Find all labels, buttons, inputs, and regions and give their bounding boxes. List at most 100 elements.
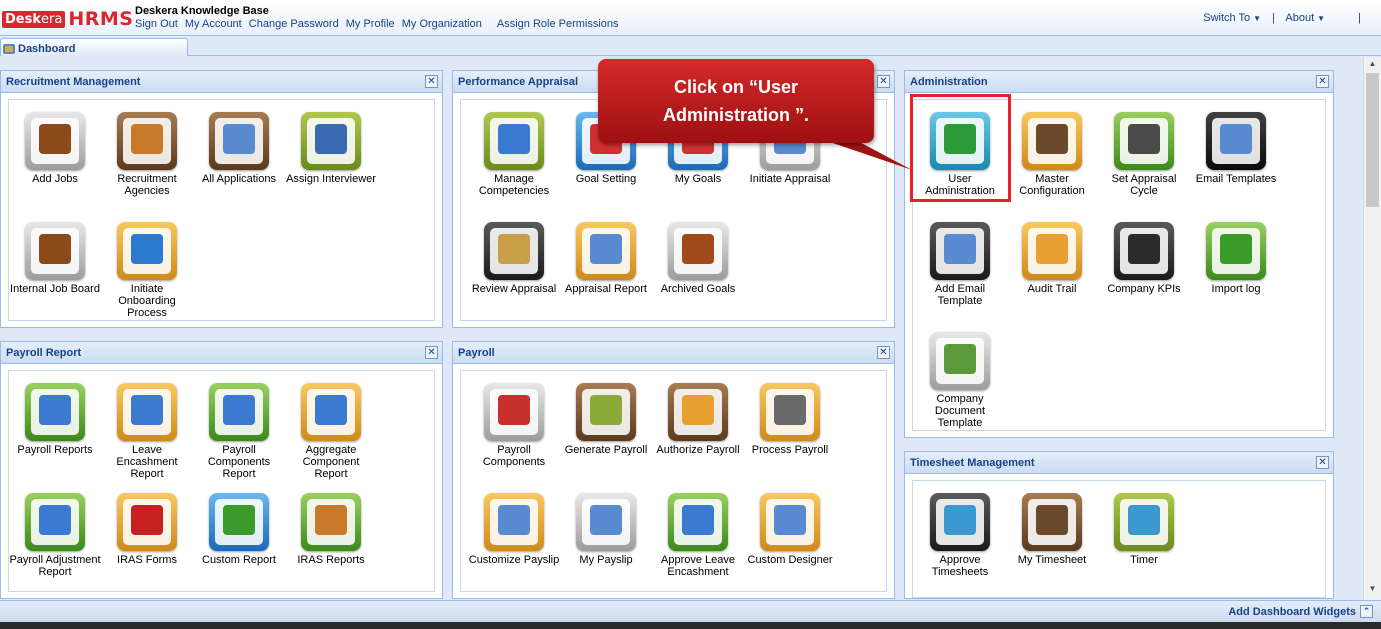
item-label: Set Appraisal Cycle bbox=[1111, 173, 1177, 197]
item-label: Timer bbox=[1130, 554, 1158, 566]
my-payslip-item[interactable]: My Payslip bbox=[560, 493, 652, 566]
item-label: Master Configuration bbox=[1019, 173, 1085, 197]
my-timesheet-icon bbox=[1022, 493, 1082, 551]
about-menu[interactable]: About ▼ bbox=[1285, 12, 1325, 24]
add-jobs-item[interactable]: Add Jobs bbox=[9, 112, 101, 185]
set-appraisal-cycle-item[interactable]: Set Appraisal Cycle bbox=[1098, 112, 1190, 197]
item-label: Import log bbox=[1211, 283, 1261, 295]
close-icon[interactable]: ✕ bbox=[1316, 456, 1329, 469]
close-icon[interactable]: ✕ bbox=[877, 346, 890, 359]
my-organization-link[interactable]: My Organization bbox=[402, 18, 482, 30]
timer-item[interactable]: Timer bbox=[1098, 493, 1190, 566]
scroll-down-icon[interactable]: ▼ bbox=[1364, 584, 1381, 598]
tab-dashboard[interactable]: Dashboard bbox=[0, 38, 188, 56]
item-label: Initiate Appraisal bbox=[749, 173, 831, 185]
close-icon[interactable]: ✕ bbox=[877, 75, 890, 88]
approve-timesheets-item[interactable]: Approve Timesheets bbox=[914, 493, 1006, 578]
company-document-template-item[interactable]: Company Document Template bbox=[914, 332, 1006, 429]
my-profile-link[interactable]: My Profile bbox=[346, 18, 395, 30]
item-label: Internal Job Board bbox=[10, 283, 100, 295]
instruction-callout: Click on “User Administration ”. bbox=[598, 59, 874, 143]
email-templates-item[interactable]: Email Templates bbox=[1190, 112, 1282, 185]
assign-role-permissions-link[interactable]: Assign Role Permissions bbox=[497, 18, 619, 30]
generate-payroll-item[interactable]: Generate Payroll bbox=[560, 383, 652, 456]
folders-icon bbox=[1022, 222, 1082, 280]
close-icon[interactable]: ✕ bbox=[425, 346, 438, 359]
applications-list-icon bbox=[209, 112, 269, 170]
add-email-template-item[interactable]: Add Email Template bbox=[914, 222, 1006, 307]
item-label: Payroll Components Report bbox=[207, 444, 271, 480]
custom-report-item[interactable]: Custom Report bbox=[193, 493, 285, 566]
all-applications-item[interactable]: All Applications bbox=[193, 112, 285, 185]
approve-leave-encashment-item[interactable]: Approve Leave Encashment bbox=[652, 493, 744, 578]
item-label: Process Payroll bbox=[751, 444, 829, 456]
item-label: Recruitment Agencies bbox=[117, 173, 177, 197]
sign-out-link[interactable]: Sign Out bbox=[135, 18, 178, 30]
review-appraisal-item[interactable]: Review Appraisal bbox=[468, 222, 560, 295]
audit-trail-item[interactable]: Audit Trail bbox=[1006, 222, 1098, 295]
scroll-thumb[interactable] bbox=[1366, 73, 1379, 207]
master-configuration-item[interactable]: Master Configuration bbox=[1006, 112, 1098, 197]
scroll-up-icon[interactable]: ▲ bbox=[1364, 59, 1381, 73]
close-icon[interactable]: ✕ bbox=[1316, 75, 1329, 88]
payroll-adjustment-report-item[interactable]: Payroll Adjustment Report bbox=[9, 493, 101, 578]
item-label: All Applications bbox=[202, 173, 276, 185]
logo-hrms: HRMS bbox=[68, 8, 134, 30]
customize-payslip-icon bbox=[484, 493, 544, 551]
manage-competencies-item[interactable]: Manage Competencies bbox=[468, 112, 560, 197]
customize-payslip-item[interactable]: Customize Payslip bbox=[468, 493, 560, 566]
payroll-components-report-item[interactable]: Payroll Components Report bbox=[193, 383, 285, 480]
tab-strip: Dashboard bbox=[0, 36, 1381, 56]
initiate-onboarding-item[interactable]: Initiate Onboarding Process bbox=[101, 222, 193, 319]
internal-job-board-item[interactable]: Internal Job Board bbox=[9, 222, 101, 295]
payroll-reports-item[interactable]: Payroll Reports bbox=[9, 383, 101, 456]
archived-goals-item[interactable]: Archived Goals bbox=[652, 222, 744, 295]
panel-title: Administration bbox=[910, 76, 988, 88]
process-payroll-item[interactable]: Process Payroll bbox=[744, 383, 836, 456]
item-label: Authorize Payroll bbox=[656, 444, 740, 456]
panel-body: Approve Timesheets My Timesheet Timer bbox=[912, 480, 1326, 598]
item-label: Goal Setting bbox=[575, 173, 637, 185]
appraisal-report-item[interactable]: Appraisal Report bbox=[560, 222, 652, 295]
add-dashboard-widgets-button[interactable]: Add Dashboard Widgets ⌃ bbox=[1228, 605, 1373, 618]
panel-body: Payroll Components Generate Payroll Auth… bbox=[460, 370, 887, 592]
my-timesheet-item[interactable]: My Timesheet bbox=[1006, 493, 1098, 566]
change-password-link[interactable]: Change Password bbox=[249, 18, 339, 30]
payroll-components-item[interactable]: Payroll Components bbox=[468, 383, 560, 468]
close-icon[interactable]: ✕ bbox=[425, 75, 438, 88]
authorize-payroll-item[interactable]: Authorize Payroll bbox=[652, 383, 744, 456]
aggregate-component-report-item[interactable]: Aggregate Component Report bbox=[285, 383, 377, 480]
callout-line-2: Administration ”. bbox=[662, 105, 809, 125]
assign-interviewer-item[interactable]: Assign Interviewer bbox=[285, 112, 377, 185]
custom-designer-item[interactable]: Custom Designer bbox=[744, 493, 836, 566]
item-label: Approve Timesheets bbox=[931, 554, 989, 578]
item-label: Payroll Components bbox=[482, 444, 546, 468]
tab-label: Dashboard bbox=[18, 42, 76, 55]
archive-box-icon bbox=[668, 222, 728, 280]
vertical-scrollbar[interactable]: ▲ ▼ bbox=[1363, 57, 1381, 600]
panel-header: Recruitment Management ✕ bbox=[1, 71, 442, 93]
header-separator: | bbox=[1272, 12, 1275, 24]
leave-encashment-report-item[interactable]: Leave Encashment Report bbox=[101, 383, 193, 480]
stopwatch-icon bbox=[1114, 493, 1174, 551]
interviewer-icon bbox=[301, 112, 361, 170]
iras-forms-item[interactable]: IRAS Forms bbox=[101, 493, 193, 566]
switch-to-menu[interactable]: Switch To ▼ bbox=[1203, 12, 1261, 24]
payroll-report-icon bbox=[25, 383, 85, 441]
panel-title: Recruitment Management bbox=[6, 76, 141, 88]
chevron-down-icon: ▼ bbox=[1317, 14, 1326, 23]
item-label: Review Appraisal bbox=[471, 283, 557, 295]
dashboard-icon bbox=[3, 43, 15, 54]
header-right-menu: Switch To ▼ | About ▼ | bbox=[1203, 12, 1369, 24]
import-log-item[interactable]: Import log bbox=[1190, 222, 1282, 295]
process-payroll-icon bbox=[760, 383, 820, 441]
iras-reports-item[interactable]: IRAS Reports bbox=[285, 493, 377, 566]
company-kpis-item[interactable]: Company KPIs bbox=[1098, 222, 1190, 295]
iras-reports-icon bbox=[301, 493, 361, 551]
item-label: Assign Interviewer bbox=[286, 173, 376, 185]
recruitment-agencies-item[interactable]: Recruitment Agencies bbox=[101, 112, 193, 197]
item-label: Manage Competencies bbox=[478, 173, 550, 197]
bottom-toolbar: Add Dashboard Widgets ⌃ bbox=[0, 600, 1381, 622]
my-account-link[interactable]: My Account bbox=[185, 18, 242, 30]
header-separator: | bbox=[1358, 12, 1361, 24]
